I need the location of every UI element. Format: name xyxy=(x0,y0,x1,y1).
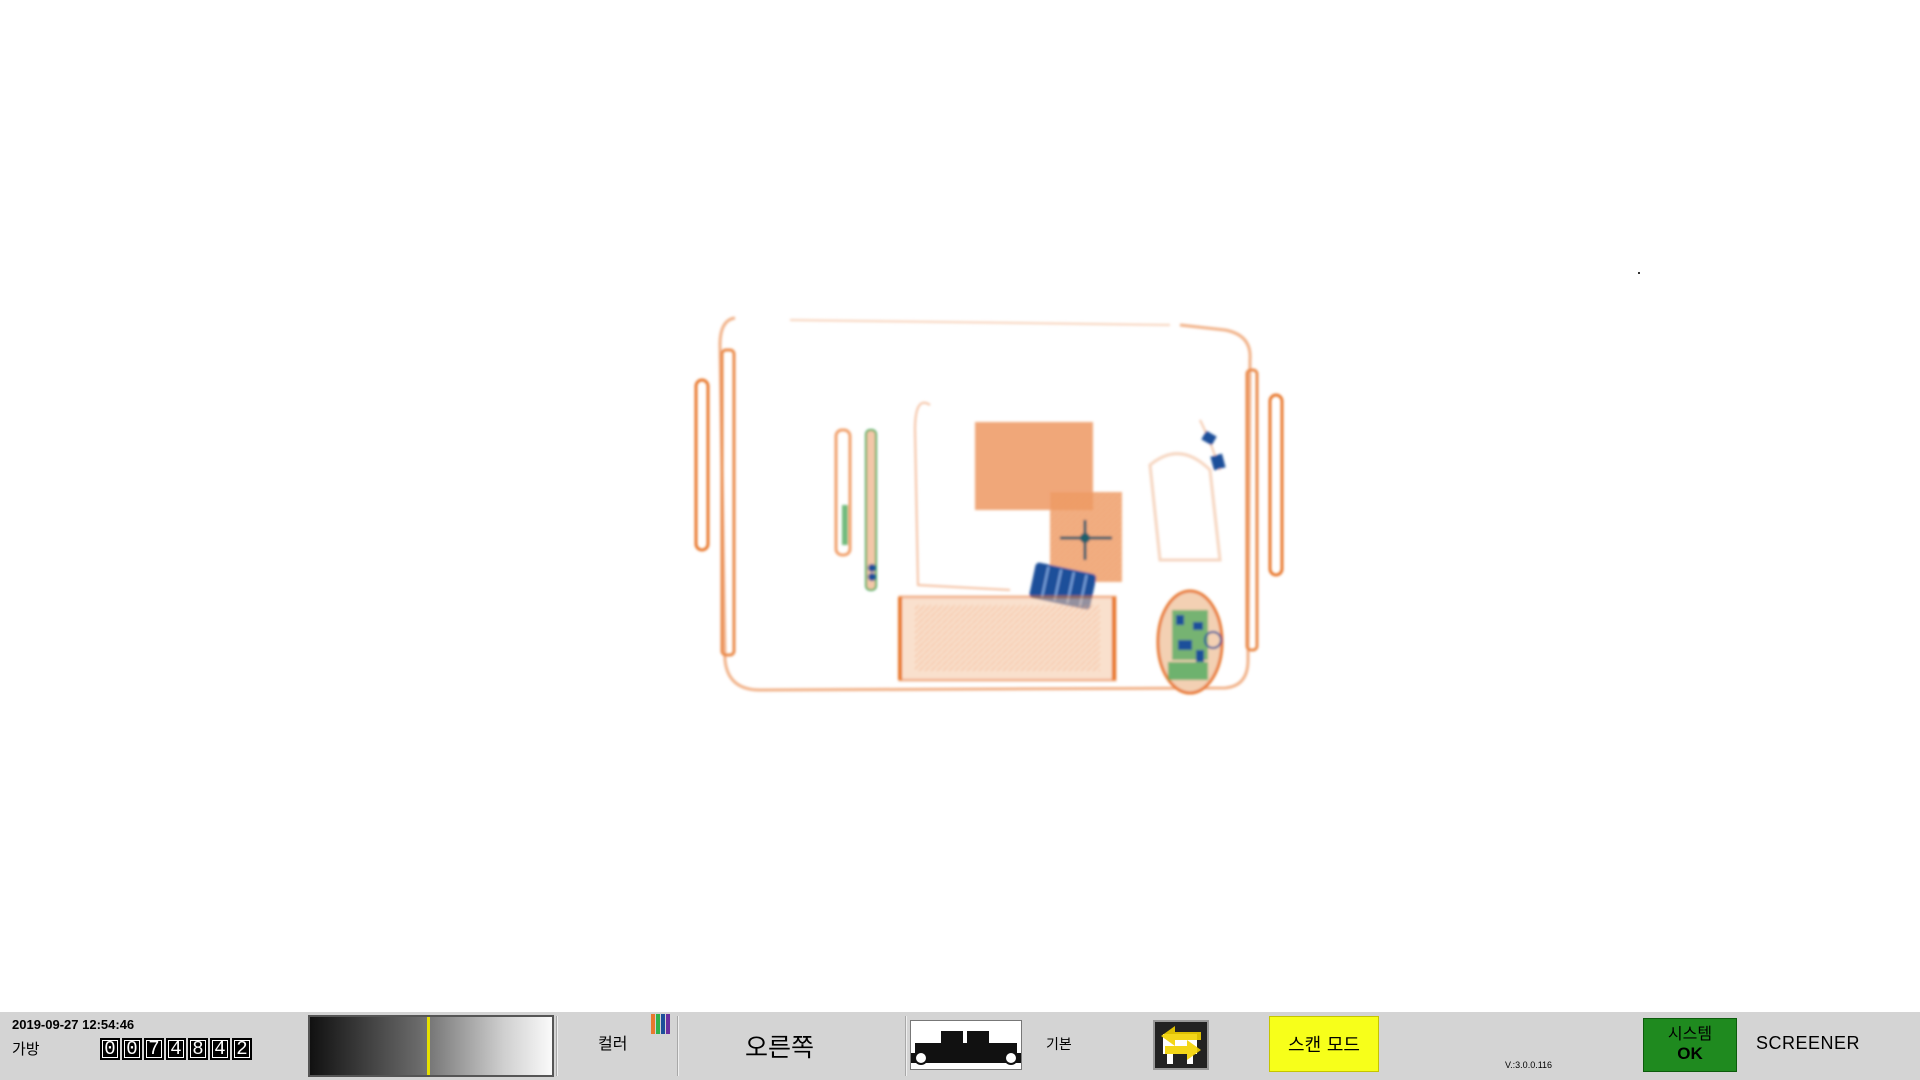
bag-counter-digit: 8 xyxy=(188,1038,208,1060)
color-mode-label[interactable]: 컬러 xyxy=(598,1030,627,1054)
color-bar-blue xyxy=(661,1014,665,1034)
bag-counter-digit: 0 xyxy=(122,1038,142,1060)
bag-counter-digit: 2 xyxy=(232,1038,252,1060)
bag-counter-digit: 4 xyxy=(166,1038,186,1060)
system-status-label: 시스템 xyxy=(1667,1024,1713,1043)
divider xyxy=(905,1016,907,1076)
user-role-label: SCREENER xyxy=(1756,1033,1861,1053)
image-processing-icon[interactable] xyxy=(1153,1020,1209,1070)
conveyor-belt-icon[interactable] xyxy=(910,1020,1022,1070)
color-bar-purple xyxy=(666,1014,670,1034)
bag-counter-digit: 4 xyxy=(210,1038,230,1060)
xray-bag-scan-image xyxy=(694,272,1640,695)
xray-image-viewer[interactable] xyxy=(0,0,1920,1012)
system-status-value: OK xyxy=(1677,1044,1703,1063)
bag-counter-digit: 7 xyxy=(144,1038,164,1060)
system-status-indicator: 시스템 OK xyxy=(1643,1018,1737,1072)
color-bar-orange xyxy=(651,1014,655,1034)
version-label: V.:3.0.0.116 xyxy=(1505,1060,1553,1070)
scan-mode-button[interactable]: 스캔 모드 xyxy=(1269,1016,1379,1072)
divider xyxy=(677,1016,679,1076)
divider xyxy=(556,1016,558,1076)
color-bar-green xyxy=(656,1014,660,1034)
datetime-display: 2019-09-27 12:54:46 xyxy=(12,1017,135,1032)
bag-count-label: 가방 xyxy=(12,1040,40,1058)
status-bar: 2019-09-27 12:54:46 가방 0 0 7 4 8 4 2 컬러 … xyxy=(0,1012,1920,1080)
belt-direction-label[interactable]: 오른쪽 xyxy=(745,1028,814,1064)
color-palette-icon[interactable] xyxy=(651,1014,670,1034)
gray-level-slider[interactable] xyxy=(308,1015,554,1077)
gray-level-marker[interactable] xyxy=(427,1017,431,1075)
image-mode-label[interactable]: 기본 xyxy=(1046,1034,1072,1054)
bag-counter-digit: 0 xyxy=(100,1038,120,1060)
bag-counter: 0 0 7 4 8 4 2 xyxy=(100,1038,252,1060)
